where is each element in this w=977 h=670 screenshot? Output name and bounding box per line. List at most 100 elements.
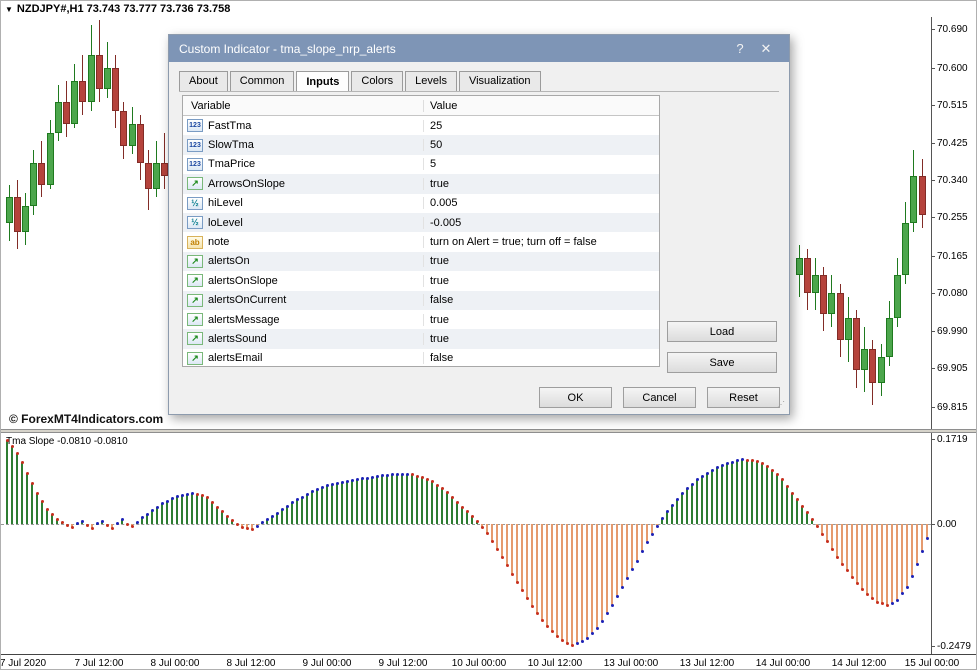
reset-button[interactable]: Reset (707, 387, 780, 408)
histogram-bar (666, 512, 668, 524)
chart-param-icon: ↗ (187, 332, 203, 345)
slope-dot (76, 522, 79, 525)
histogram-bar (491, 524, 493, 541)
param-row-loLevel[interactable]: ½loLevel-0.005 (183, 213, 659, 232)
candle-body (804, 258, 811, 293)
candle-body (88, 55, 95, 103)
value-cell[interactable]: 0.005 (423, 197, 659, 209)
param-row-alertsOn[interactable]: ↗alertsOntrue (183, 252, 659, 271)
histogram-bar (726, 463, 728, 524)
time-label: 13 Jul 12:00 (680, 658, 735, 669)
slope-dot (466, 510, 469, 513)
tab-about[interactable]: About (179, 71, 228, 91)
param-row-alertsOnCurrent[interactable]: ↗alertsOnCurrentfalse (183, 291, 659, 310)
slope-dot (621, 586, 624, 589)
price-axis[interactable]: 70.69070.60070.51570.42570.34070.25570.1… (931, 17, 977, 429)
tab-levels[interactable]: Levels (405, 71, 457, 91)
slope-dot (231, 519, 234, 522)
value-cell[interactable]: true (423, 314, 659, 326)
candle-body (129, 124, 136, 146)
value-cell[interactable]: true (423, 178, 659, 190)
header-variable: Variable (183, 100, 423, 112)
slope-dot (766, 465, 769, 468)
param-row-FastTma[interactable]: 123FastTma25 (183, 116, 659, 135)
save-button[interactable]: Save (667, 352, 777, 373)
cancel-button[interactable]: Cancel (623, 387, 696, 408)
value-cell[interactable]: true (423, 255, 659, 267)
dialog-titlebar[interactable]: Custom Indicator - tma_slope_nrp_alerts … (169, 35, 789, 62)
tab-inputs[interactable]: Inputs (296, 71, 349, 92)
value-cell[interactable]: turn on Alert = true; turn off = false (423, 236, 659, 248)
indicator-axis-label: 0.00 (937, 519, 956, 530)
histogram-bar (551, 524, 553, 631)
histogram-bar (376, 477, 378, 524)
param-row-alertsOnSlope[interactable]: ↗alertsOnSlopetrue (183, 271, 659, 290)
time-axis[interactable]: 7 Jul 20207 Jul 12:008 Jul 00:008 Jul 12… (1, 654, 977, 670)
slope-dot (91, 527, 94, 530)
tab-visualization[interactable]: Visualization (459, 71, 541, 91)
slope-dot (821, 533, 824, 536)
candle-body (861, 349, 868, 371)
value-cell[interactable]: false (423, 352, 659, 364)
candle-body (6, 197, 13, 223)
price-tick (932, 331, 935, 332)
slope-dot (851, 576, 854, 579)
time-label: 14 Jul 12:00 (832, 658, 887, 669)
price-tick (932, 180, 935, 181)
mt4-window: ▼ NZDJPY#,H1 73.743 73.777 73.736 73.758… (0, 0, 977, 670)
indicator-tick (932, 524, 935, 525)
param-row-TmaPrice[interactable]: 123TmaPrice5 (183, 155, 659, 174)
value-cell[interactable]: true (423, 275, 659, 287)
histogram-bar (531, 524, 533, 607)
histogram-bar (186, 494, 188, 524)
value-cell[interactable]: false (423, 294, 659, 306)
param-row-ArrowsOnSlope[interactable]: ↗ArrowsOnSlopetrue (183, 174, 659, 193)
close-icon[interactable]: ✕ (753, 41, 779, 57)
histogram-bar (576, 524, 578, 644)
load-button[interactable]: Load (667, 321, 777, 342)
slope-dot (11, 445, 14, 448)
param-row-alertsEmail[interactable]: ↗alertsEmailfalse (183, 349, 659, 367)
value-cell[interactable]: 25 (423, 120, 659, 132)
param-row-alertsSound[interactable]: ↗alertsSoundtrue (183, 329, 659, 348)
symbol-dropdown-icon[interactable]: ▼ (5, 5, 13, 14)
value-cell[interactable]: true (423, 333, 659, 345)
tab-colors[interactable]: Colors (351, 71, 403, 91)
slope-dot (266, 518, 269, 521)
histogram-bar (206, 498, 208, 524)
histogram-bar (386, 475, 388, 524)
time-label: 9 Jul 00:00 (303, 658, 352, 669)
param-row-SlowTma[interactable]: 123SlowTma50 (183, 135, 659, 154)
slope-dot (721, 464, 724, 467)
ok-button[interactable]: OK (539, 387, 612, 408)
value-cell[interactable]: -0.005 (423, 217, 659, 229)
histogram-bar (21, 463, 23, 524)
histogram-bar (566, 524, 568, 643)
slope-dot (676, 498, 679, 501)
chart-param-icon: ↗ (187, 274, 203, 287)
histogram-bar (676, 499, 678, 524)
slope-dot (901, 592, 904, 595)
histogram-bar (716, 468, 718, 524)
value-cell[interactable]: 5 (423, 158, 659, 170)
price-tick (932, 368, 935, 369)
histogram-bar (746, 460, 748, 524)
chart-param-icon: ↗ (187, 313, 203, 326)
slope-dot (281, 508, 284, 511)
slope-dot (736, 459, 739, 462)
histogram-bar (686, 489, 688, 524)
param-row-note[interactable]: abnoteturn on Alert = true; turn off = f… (183, 232, 659, 251)
indicator-axis[interactable]: 0.17190.00-0.2479 (931, 433, 977, 654)
help-button[interactable]: ? (727, 41, 753, 56)
resize-grip-icon[interactable]: ⋰ (777, 402, 787, 412)
param-row-alertsMessage[interactable]: ↗alertsMessagetrue (183, 310, 659, 329)
tab-common[interactable]: Common (230, 71, 295, 91)
time-label: 14 Jul 00:00 (756, 658, 811, 669)
price-tick (932, 29, 935, 30)
value-cell[interactable]: 50 (423, 139, 659, 151)
slope-dot (686, 487, 689, 490)
param-row-hiLevel[interactable]: ½hiLevel0.005 (183, 194, 659, 213)
slope-dot (691, 483, 694, 486)
histogram-bar (171, 499, 173, 524)
indicator-panel[interactable]: Tma Slope -0.0810 -0.0810 (1, 433, 931, 654)
